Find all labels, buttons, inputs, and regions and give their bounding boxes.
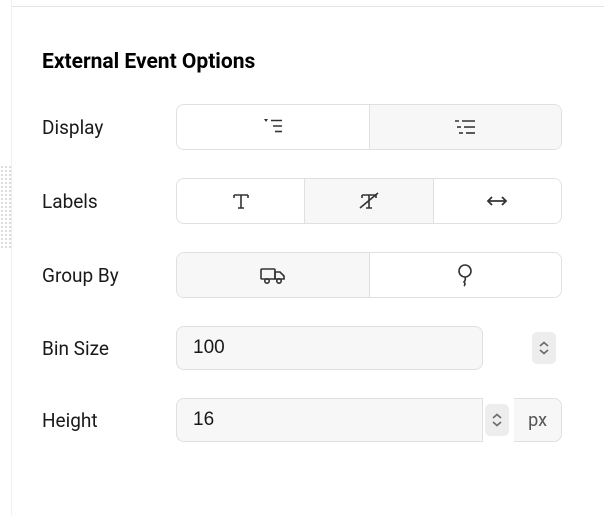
text-strikethrough-icon [358,191,380,211]
collapse-list-icon [262,118,284,136]
labels-option-no-text[interactable] [304,179,432,223]
chevron-up-icon [538,341,550,348]
group-by-label: Group By [42,264,152,287]
labels-segmented-control [176,178,562,224]
group-by-option-truck[interactable] [177,253,369,297]
bin-size-row: Bin Size [42,326,562,370]
display-label: Display [42,116,152,139]
bin-size-label: Bin Size [42,337,152,360]
text-icon [231,191,251,211]
height-label: Height [42,409,152,432]
external-event-options-panel: External Event Options Display [0,0,604,472]
expanded-list-icon [453,119,477,135]
height-row: Height px [42,398,562,442]
height-input[interactable] [176,398,483,442]
labels-option-text[interactable] [177,179,304,223]
balloon-icon [455,263,475,287]
labels-row: Labels [42,178,562,224]
display-option-compact[interactable] [177,105,369,149]
top-divider [12,6,604,7]
height-unit-suffix: px [514,398,562,442]
group-by-segmented-control [176,252,562,298]
labels-label: Labels [42,190,152,213]
truck-icon [259,265,287,285]
left-edge-gutter [0,0,12,516]
group-by-option-balloon[interactable] [369,253,562,297]
horizontal-arrows-icon [485,194,509,208]
chevron-up-icon [491,413,503,420]
bin-size-stepper[interactable] [532,332,556,364]
display-option-expanded[interactable] [369,105,562,149]
labels-option-horizontal[interactable] [433,179,561,223]
dotted-texture [0,165,12,250]
bin-size-input[interactable] [176,326,483,370]
chevron-down-icon [538,348,550,355]
height-stepper[interactable] [485,404,509,436]
display-row: Display [42,104,562,150]
bin-size-input-container [176,326,562,370]
display-segmented-control [176,104,562,150]
section-title: External Event Options [42,50,562,74]
height-input-container [176,398,515,442]
chevron-down-icon [491,420,503,427]
group-by-row: Group By [42,252,562,298]
